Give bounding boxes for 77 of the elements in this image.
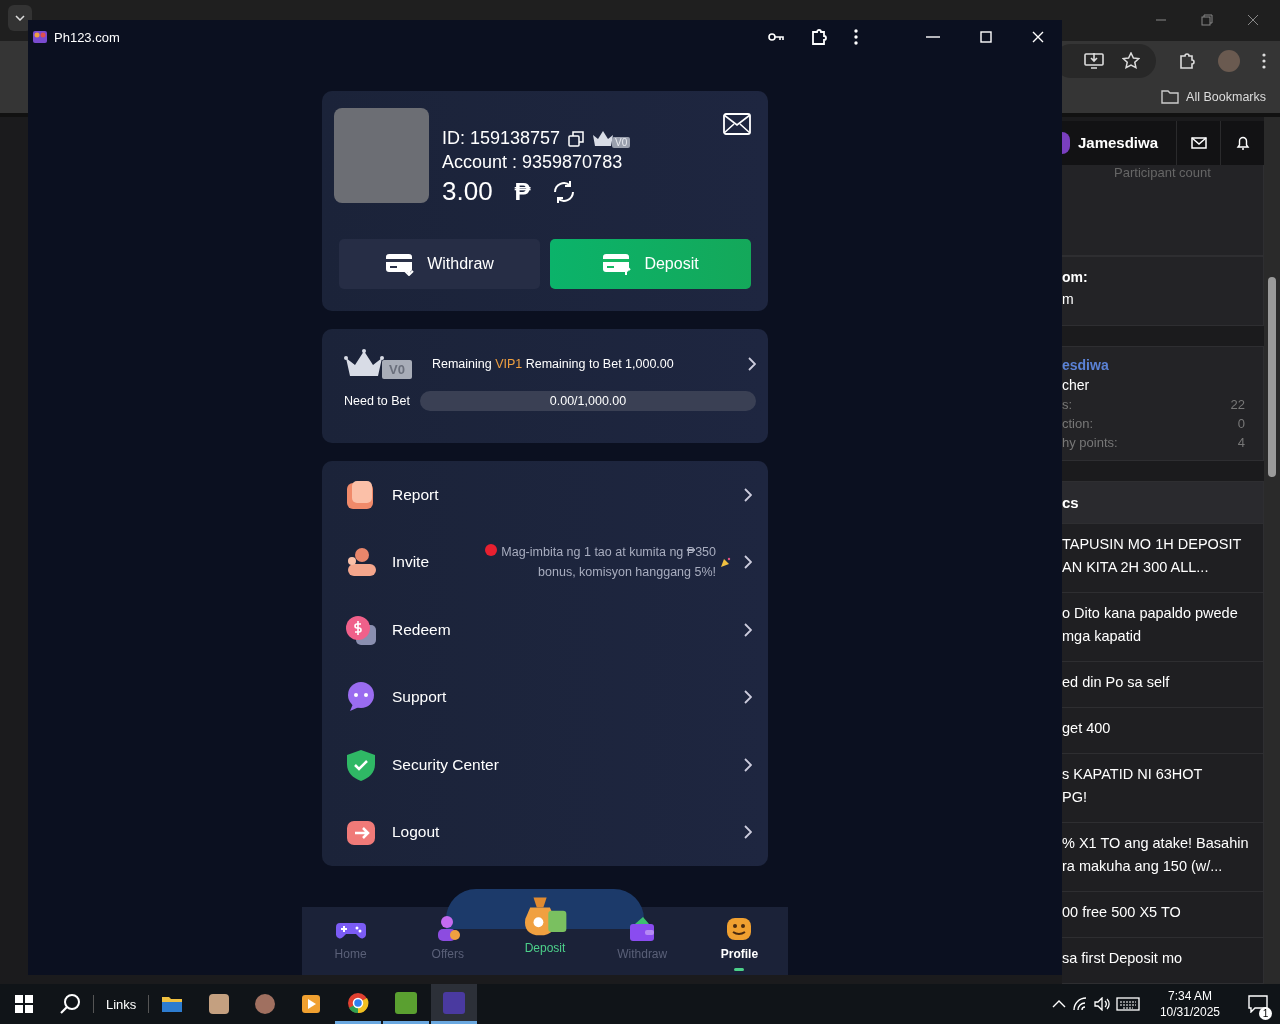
puzzle-icon[interactable] xyxy=(810,28,828,46)
profile-tab[interactable]: Profile xyxy=(690,907,788,975)
chevron-right-icon xyxy=(744,622,752,637)
close-icon[interactable] xyxy=(1032,31,1044,43)
invite-menu-item[interactable]: Invite Mag-imbita ng 1 tao at kumita ng ₱350 bonus, komisyon hanggang 5%! xyxy=(344,528,752,596)
crown-icon xyxy=(592,129,615,148)
links-toolbar-label[interactable]: Links xyxy=(106,996,137,1012)
clock-time[interactable]: 7:34 AM xyxy=(1167,988,1212,1004)
vip-badge: V0 xyxy=(382,360,412,379)
site-logo-icon xyxy=(32,29,48,45)
participant-count-label: Participant count xyxy=(1113,165,1212,180)
chevron-right-icon xyxy=(744,690,752,705)
card-icon xyxy=(385,252,416,276)
logout-menu-item[interactable]: Logout xyxy=(344,798,752,866)
invite-promo-text: Mag-imbita ng 1 tao at kumita ng ₱350 bonus, komisyon hanggang 5%! xyxy=(501,544,716,582)
chevron-up-icon[interactable] xyxy=(1051,1000,1066,1008)
user-id: ID: 159138757 xyxy=(442,128,561,149)
folder-icon xyxy=(1161,90,1180,105)
stat-label: hy points: xyxy=(1062,435,1118,450)
speaker-icon[interactable] xyxy=(1093,997,1110,1011)
chevron-right-icon xyxy=(744,757,752,772)
redeem-menu-item[interactable]: Redeem xyxy=(344,596,752,664)
star-icon[interactable] xyxy=(1122,52,1140,71)
shield-icon xyxy=(344,747,378,782)
all-bookmarks-button[interactable]: All Bookmarks xyxy=(1161,90,1266,105)
window-title: Ph123.com xyxy=(54,29,120,45)
info-text: m xyxy=(1062,291,1075,307)
party-popper-icon xyxy=(720,556,732,569)
chevron-right-icon xyxy=(744,487,752,502)
chevron-right-icon xyxy=(744,555,752,570)
menu-icon[interactable] xyxy=(854,29,858,45)
maximize-icon[interactable] xyxy=(980,31,992,43)
support-menu-item[interactable]: Support xyxy=(344,663,752,731)
chevron-down-icon xyxy=(15,15,25,22)
install-icon[interactable] xyxy=(1084,52,1104,71)
currency-symbol: ₱ xyxy=(514,177,531,206)
info-text: om: xyxy=(1062,269,1089,285)
stat-value: 4 xyxy=(1237,435,1245,450)
topics-heading: cs xyxy=(1062,482,1263,523)
folder-icon[interactable] xyxy=(161,995,184,1013)
keyboard-icon[interactable] xyxy=(1115,997,1140,1011)
menu-icon[interactable] xyxy=(1262,53,1266,70)
withdraw-button[interactable]: Withdraw xyxy=(339,239,540,289)
app-icon[interactable] xyxy=(255,994,276,1014)
need-to-bet-label: Need to Bet xyxy=(344,394,411,408)
windows-start-icon[interactable] xyxy=(15,995,33,1013)
stat-value: 0 xyxy=(1237,416,1245,431)
member-title: cher xyxy=(1062,377,1091,393)
crown-icon xyxy=(344,349,384,379)
search-icon[interactable] xyxy=(59,993,81,1015)
balance-amount: 3.00 xyxy=(442,176,493,207)
tab-list-button[interactable] xyxy=(8,5,32,32)
copy-icon[interactable] xyxy=(568,130,585,147)
app-icon[interactable] xyxy=(209,994,230,1014)
stat-label: ction: xyxy=(1062,416,1094,431)
vip-badge: V0 xyxy=(612,136,631,148)
card-icon xyxy=(602,252,633,276)
alert-dot xyxy=(485,544,498,557)
chevron-right-icon[interactable] xyxy=(748,357,756,371)
deposit-tab[interactable]: Deposit xyxy=(496,891,594,975)
game-app-icon[interactable] xyxy=(431,984,478,1024)
notifications-button[interactable]: 1 xyxy=(1236,986,1280,1022)
stat-label: s: xyxy=(1062,397,1073,412)
report-menu-item[interactable]: Report xyxy=(344,461,752,529)
key-icon[interactable] xyxy=(768,32,784,42)
puzzle-icon[interactable] xyxy=(1178,52,1196,71)
stat-value: 22 xyxy=(1230,397,1245,412)
vip-progress-text: Remaining VIP1 Remaining to Bet 1,000.00 xyxy=(431,357,675,371)
clock-date[interactable]: 10/31/2025 xyxy=(1159,1004,1220,1020)
wifi-icon[interactable] xyxy=(1071,997,1088,1011)
member-name-link[interactable]: esdiwa xyxy=(1062,357,1245,373)
scrollbar[interactable] xyxy=(1264,117,1280,984)
chevron-right-icon xyxy=(744,825,752,840)
progress-value: 0.00/1,000.00 xyxy=(549,394,627,408)
media-player-icon[interactable] xyxy=(301,994,322,1014)
security-menu-item[interactable]: Security Center xyxy=(344,731,752,799)
account-number: Account : 9359870783 xyxy=(442,152,624,173)
